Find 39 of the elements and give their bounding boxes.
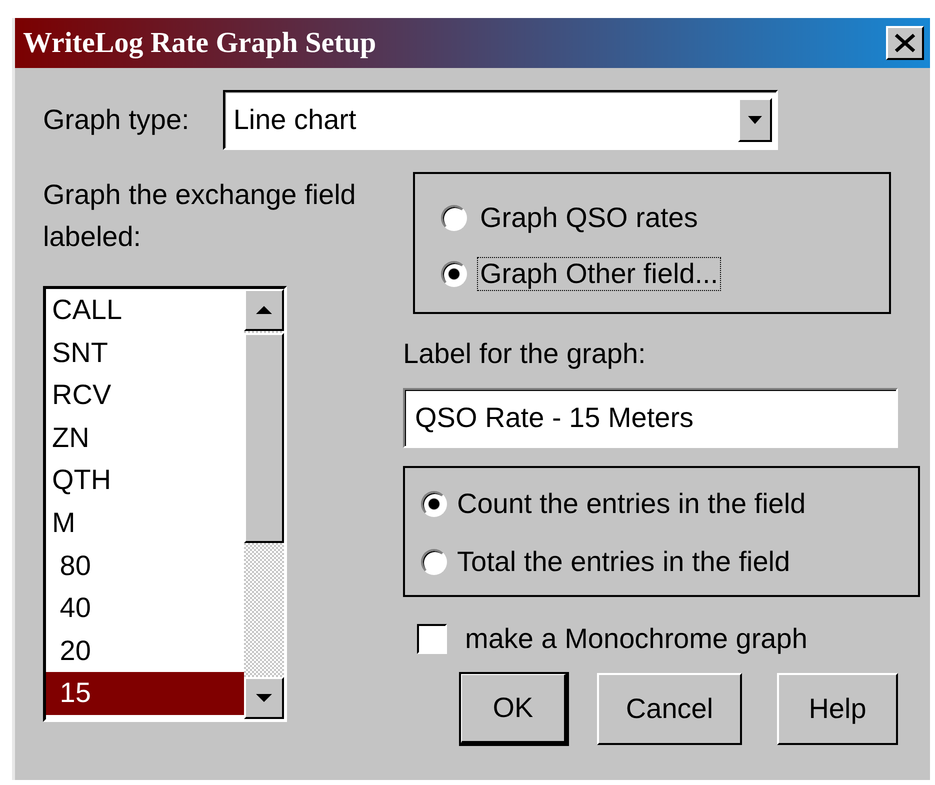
list-item[interactable]: M bbox=[46, 502, 244, 545]
graph-type-label: Graph type: bbox=[43, 104, 190, 136]
radio-button[interactable] bbox=[421, 491, 447, 517]
field-list[interactable]: CALL SNT RCV ZN QTH M 80 40 20 15 bbox=[43, 286, 287, 722]
checkbox[interactable] bbox=[417, 624, 447, 654]
close-icon bbox=[894, 33, 916, 53]
scroll-down-button[interactable] bbox=[244, 677, 284, 719]
scrollbar-thumb[interactable] bbox=[244, 333, 284, 543]
dialog-button[interactable]: OK bbox=[460, 673, 568, 745]
radio-label[interactable]: Graph Other field... bbox=[477, 257, 722, 291]
radio-button[interactable] bbox=[441, 261, 467, 287]
caret-icon bbox=[256, 306, 272, 314]
list-item[interactable]: ZN bbox=[46, 416, 244, 460]
checkbox-label[interactable]: make a Monochrome graph bbox=[465, 623, 808, 655]
caret-icon bbox=[748, 116, 762, 124]
list-item[interactable]: 80 bbox=[46, 544, 244, 588]
caret-icon bbox=[256, 694, 272, 702]
scroll-up-button[interactable] bbox=[244, 289, 284, 331]
graph-label-caption: Label for the graph: bbox=[403, 337, 647, 371]
window-title: WriteLog Rate Graph Setup bbox=[23, 26, 376, 60]
field-list-label: Graph the exchange field labeled: bbox=[43, 178, 357, 254]
radio-button[interactable] bbox=[441, 205, 467, 231]
list-item[interactable]: SNT bbox=[46, 332, 244, 374]
radio-label[interactable]: Total the entries in the field bbox=[457, 546, 790, 578]
list-item[interactable]: QTH bbox=[46, 459, 244, 502]
radio-button[interactable] bbox=[421, 549, 447, 575]
close-button[interactable] bbox=[886, 26, 924, 60]
dialog-button[interactable]: Cancel bbox=[597, 673, 742, 745]
list-item[interactable]: 40 bbox=[46, 587, 244, 630]
graph-type-dropdown[interactable]: Line chart bbox=[223, 90, 778, 150]
radio-label[interactable]: Graph QSO rates bbox=[477, 201, 701, 235]
dropdown-button[interactable] bbox=[738, 98, 772, 142]
list-item[interactable]: 15 bbox=[46, 672, 244, 715]
dialog-button[interactable]: Help bbox=[777, 673, 898, 745]
radio-label[interactable]: Count the entries in the field bbox=[457, 488, 806, 520]
list-item[interactable]: RCV bbox=[46, 374, 244, 417]
graph-label-field[interactable]: QSO Rate - 15 Meters bbox=[403, 388, 898, 448]
list-item[interactable]: 20 bbox=[46, 630, 244, 672]
list-item[interactable]: CALL bbox=[46, 289, 244, 332]
